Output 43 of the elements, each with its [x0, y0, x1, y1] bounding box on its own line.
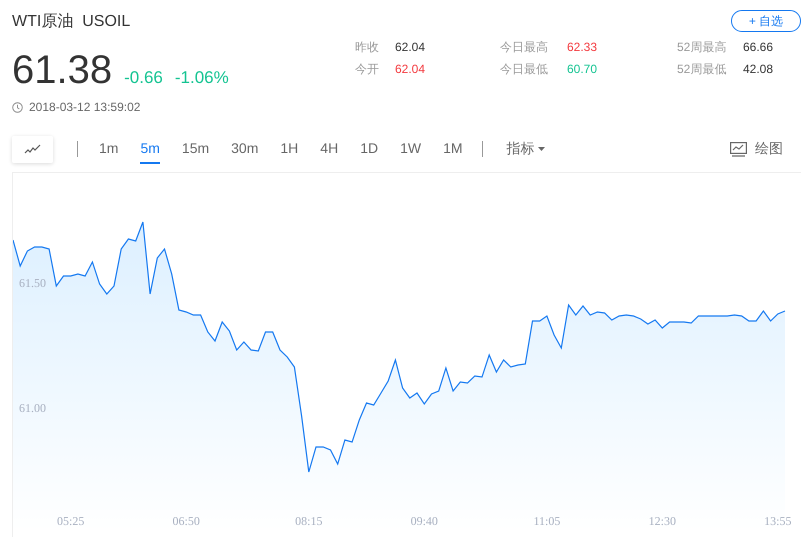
chart-type-button[interactable] — [12, 136, 53, 162]
period-tab[interactable]: 1m — [99, 134, 118, 164]
line-chart-icon — [24, 144, 42, 154]
x-axis-label: 11:05 — [533, 514, 560, 528]
stat-value: 62.04 — [395, 62, 426, 76]
period-tab[interactable]: 30m — [231, 134, 258, 164]
clock-icon — [12, 102, 23, 112]
stat-label: 今开 — [355, 60, 380, 78]
add-watchlist-button[interactable]: + 自选 — [731, 10, 801, 32]
period-tab[interactable]: 4H — [320, 134, 338, 164]
x-axis-label: 05:25 — [57, 514, 84, 528]
period-tab[interactable]: 1W — [400, 134, 422, 164]
price-change: -0.66 — [124, 68, 163, 88]
stat-value: 66.66 — [743, 40, 774, 54]
stat-label: 今日最高 — [500, 38, 549, 56]
price: 61.38 — [12, 50, 112, 90]
percent-change: -1.06% — [174, 68, 229, 88]
period-tab[interactable]: 15m — [182, 134, 210, 164]
stat-label: 今日最低 — [500, 60, 549, 78]
draw-button[interactable]: 绘图 — [730, 140, 783, 158]
stat-label: 52周最低 — [677, 60, 728, 78]
y-axis-label: 61.00 — [19, 401, 46, 415]
period-tab[interactable]: 1M — [443, 134, 463, 164]
x-axis-label: 06:50 — [172, 514, 200, 528]
stat-value: 60.70 — [567, 62, 598, 76]
period-tab[interactable]: 5m — [140, 134, 160, 164]
x-axis-label: 08:15 — [295, 514, 322, 528]
timestamp: 2018-03-12 13:59:02 — [29, 100, 140, 114]
period-tab[interactable]: 1D — [360, 134, 378, 164]
instrument-title: WTI原油 USOIL — [12, 12, 130, 32]
x-axis-label: 12:30 — [648, 514, 676, 528]
indicator-dropdown[interactable]: 指标 — [506, 140, 545, 158]
stat-value: 62.33 — [567, 40, 598, 54]
stat-label: 52周最高 — [677, 38, 728, 56]
y-axis-label: 61.50 — [19, 276, 46, 290]
x-axis-label: 09:40 — [410, 514, 438, 528]
stat-value: 62.04 — [395, 40, 426, 54]
chart-monitor-icon — [730, 142, 747, 156]
caret-icon — [538, 147, 545, 151]
stat-label: 昨收 — [355, 38, 380, 56]
x-axis-label: 13:55 — [764, 514, 792, 528]
period-tab[interactable]: 1H — [280, 134, 298, 164]
stat-value: 42.08 — [743, 62, 774, 76]
